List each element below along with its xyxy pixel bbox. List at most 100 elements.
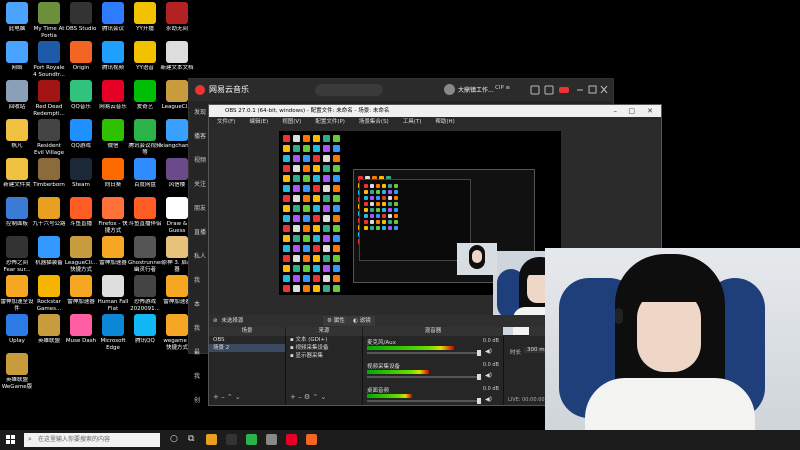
speaker-icon[interactable]: ◀)	[485, 396, 492, 403]
desktop-icon[interactable]: YY语音	[128, 41, 162, 72]
desktop-icon[interactable]: Timberborn	[32, 158, 66, 189]
volume-slider-handle[interactable]	[477, 398, 481, 404]
desktop-icon[interactable]: Muse Dash	[64, 314, 98, 345]
desktop-icon[interactable]: Port Royale 4 Soundtr...	[32, 41, 66, 78]
desktop-icon[interactable]: Red Dead Redempti...	[32, 80, 66, 117]
sources-dock[interactable]: ▪ 文本 (GDI+) ▪ 视频采集设备 ▪ 显示器采集 + – ⚙ ⌃ ⌄	[286, 336, 363, 405]
maximize-icon[interactable]: □	[628, 105, 635, 117]
desktop-icon[interactable]: Human Fall Flat	[96, 275, 130, 312]
desktop-icon[interactable]: 爱奇艺	[128, 80, 162, 111]
desktop-icon[interactable]: 微信	[96, 119, 130, 150]
list-item[interactable]: ▪ 文本 (GDI+)	[286, 336, 362, 344]
scene-toolbar[interactable]: + – ⌃ ⌄	[213, 393, 241, 401]
source-toolbar[interactable]: + – ⚙ ⌃ ⌄	[290, 393, 326, 401]
desktop-icon-label: 回收站	[8, 104, 26, 110]
desktop-icon[interactable]: QQ音乐	[64, 80, 98, 111]
netease-search-input[interactable]	[315, 84, 383, 96]
volume-slider-handle[interactable]	[477, 374, 481, 380]
taskbar-app-icon[interactable]	[306, 434, 317, 445]
desktop-icon[interactable]: 雷神加速全设件	[0, 275, 34, 312]
desktop-icon[interactable]: 网易云音乐	[96, 80, 130, 111]
desktop-icon[interactable]: Ghostrunner 幽灵行者	[128, 236, 162, 273]
desktop-icon[interactable]: 斗鱼直播伴侣	[128, 197, 162, 228]
desktop-icon[interactable]: Steam	[64, 158, 98, 189]
minimize-icon[interactable]: –	[614, 105, 618, 117]
desktop-icon[interactable]: 百度网盘	[128, 158, 162, 189]
desktop-icon[interactable]: 机器猫装备	[32, 236, 66, 267]
desktop-icon[interactable]: My Time At Portia	[32, 2, 66, 39]
speaker-icon[interactable]: ◀)	[485, 372, 492, 379]
taskbar-app-icon[interactable]	[246, 434, 257, 445]
volume-slider[interactable]	[367, 398, 481, 404]
desktop-icon[interactable]: 向日葵	[96, 158, 130, 189]
obs-menu-item[interactable]: 帮助(H)	[435, 119, 454, 125]
desktop-icon[interactable]: 此电脑	[0, 2, 34, 33]
obs-menu-item[interactable]: 配置文件(P)	[315, 119, 345, 125]
list-item[interactable]: OBS	[209, 336, 285, 344]
desktop-icon[interactable]: Firefox - 快捷方式	[96, 197, 130, 234]
list-item[interactable]: ▪ 视频采集设备	[286, 344, 362, 352]
desktop-icon[interactable]: 恐怖游戏 2020091...	[128, 275, 162, 312]
desktop-icon[interactable]: 网络	[0, 41, 34, 72]
close-icon[interactable]: ✕	[647, 105, 653, 117]
netease-toolbar-icons[interactable]	[529, 84, 609, 96]
desktop-icon[interactable]: 斗鱼直播	[64, 197, 98, 228]
task-view-icon[interactable]: ○	[170, 434, 178, 444]
desktop-icon[interactable]: Resident Evil Village	[32, 119, 66, 156]
obs-menu-item[interactable]: 工具(T)	[403, 119, 422, 125]
sources-dock-header: 来源	[286, 327, 362, 336]
desktop-icon[interactable]: 腾讯会议视频等	[128, 119, 162, 156]
desktop-icon[interactable]: Origin	[64, 41, 98, 72]
obs-menu-item[interactable]: 文件(F)	[217, 119, 235, 125]
desktop-icon[interactable]: 英雄联盟	[32, 314, 66, 345]
obs-menu-item[interactable]: 视图(V)	[282, 119, 301, 125]
properties-button[interactable]: ⚙ 属性	[323, 316, 349, 326]
taskbar-app-icon[interactable]	[206, 434, 217, 445]
desktop-icon[interactable]: 控制面板	[0, 197, 34, 228]
taskbar-app-icon[interactable]	[266, 434, 277, 445]
avatar[interactable]	[444, 84, 455, 95]
desktop-icon[interactable]: Microsoft Edge	[96, 314, 130, 351]
desktop-icon[interactable]: 腾讯视频	[96, 41, 130, 72]
netease-titlebar[interactable]: 网易云音乐 大鼎镇工作... CIP ≡	[189, 79, 613, 101]
filters-button[interactable]: ◐ 滤镜	[349, 316, 375, 326]
obs-titlebar[interactable]: OBS 27.0.1 (64-bit, windows) - 配置文件: 未命名…	[209, 105, 661, 117]
source-lock-icon[interactable]: ⊘	[213, 318, 218, 324]
desktop-icon[interactable]: 恐怖之间 Fear sur...	[0, 236, 34, 273]
taskbar-app-icon[interactable]	[286, 434, 297, 445]
volume-slider[interactable]	[367, 374, 481, 380]
speaker-icon[interactable]: ◀)	[485, 348, 492, 355]
scenes-dock[interactable]: OBS 场景 2 + – ⌃ ⌄	[209, 336, 286, 405]
volume-slider-handle[interactable]	[477, 350, 481, 356]
obs-menu-item[interactable]: 编辑(E)	[249, 119, 268, 125]
desktop-icon[interactable]: QQ游戏	[64, 119, 98, 150]
netease-username[interactable]: 大鼎镇工作...	[458, 85, 494, 94]
desktop-icon[interactable]: Rockstar Games...	[32, 275, 66, 312]
desktop-icon[interactable]: 帆凡	[0, 119, 34, 150]
obs-menu-item[interactable]: 场景集合(S)	[359, 119, 389, 125]
desktop-icon[interactable]: OBS Studio	[64, 2, 98, 33]
desktop-icon[interactable]: 九十六号公路	[32, 197, 66, 228]
desktop-icon[interactable]: 雷神加速器	[64, 275, 98, 306]
desktop-icon[interactable]: 回收站	[0, 80, 34, 111]
desktop-icon[interactable]: Uplay	[0, 314, 34, 345]
desktop-icon[interactable]: 新建文件夹	[0, 158, 34, 189]
desktop-icon[interactable]: 腾讯会议	[96, 2, 130, 33]
desktop-icon[interactable]: 永劫无间	[160, 2, 194, 33]
desktop-icon[interactable]: LeagueCli... 快捷方式	[64, 236, 98, 273]
desktop-icon[interactable]: 雷神加速器	[96, 236, 130, 267]
volume-slider[interactable]	[367, 350, 481, 356]
desktop-icon[interactable]: YY开播	[128, 2, 162, 33]
task-view-icon-2[interactable]: ⧉	[188, 434, 194, 444]
list-item[interactable]: ▪ 显示器采集	[286, 352, 362, 360]
desktop-icon[interactable]: 腾讯QQ	[128, 314, 162, 345]
list-item[interactable]: 场景 2	[209, 344, 285, 352]
preview-tile	[303, 285, 310, 292]
netease-vip-badge[interactable]: CIP ≡	[495, 85, 510, 91]
mixer-dock[interactable]: 麦克风/Aux 0.0 dB ◀) 视频采集设备 0.0 dB ◀) 桌面音频 0.0 dB ◀…	[363, 336, 504, 405]
windows-start-icon[interactable]	[6, 435, 16, 445]
taskbar-search-input[interactable]: 在这里输入你要搜索的内容	[24, 433, 160, 447]
desktop-icon[interactable]: 英雄联盟 WeGame版	[0, 353, 34, 390]
desktop-icon[interactable]: 新建文本文档	[160, 41, 194, 72]
taskbar-app-icon[interactable]	[226, 434, 237, 445]
